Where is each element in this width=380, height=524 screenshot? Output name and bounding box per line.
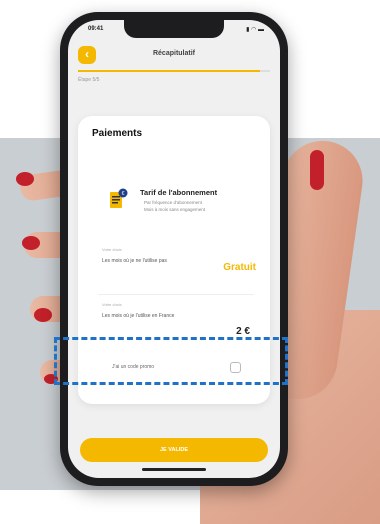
nail-1 <box>16 172 34 186</box>
row2-value: 2 € <box>236 326 250 337</box>
row2-text: Les mois où je l'utilise en France <box>102 313 175 319</box>
tarif-detail-1: Par fréquence d'abonnement <box>144 200 202 205</box>
step-label: Étape 5/5 <box>78 77 100 83</box>
validate-button[interactable]: JE VALIDE <box>80 438 268 462</box>
progress-fill <box>78 70 261 72</box>
nail-3 <box>34 308 52 322</box>
row1-value: Gratuit <box>223 262 256 273</box>
divider <box>98 294 254 295</box>
status-time: 09:41 <box>88 26 104 32</box>
status-icons: ▮ ◠ ▬ <box>246 27 264 33</box>
thumb-nail <box>310 150 324 190</box>
tarif-detail-2: Mois à mois sans engagement <box>144 207 206 212</box>
nail-2 <box>22 236 40 250</box>
row1-text: Les mois où je ne l'utilise pas <box>102 258 167 264</box>
row2-small-label: Votre choix <box>102 302 122 307</box>
highlight-box <box>54 337 288 385</box>
document-coin-icon: € <box>110 188 128 208</box>
progress-bar <box>78 70 270 72</box>
svg-text:€: € <box>122 191 125 197</box>
phone-screen: 09:41 ▮ ◠ ▬ ‹ Récapitulatif Étape 5/5 Pa… <box>68 20 280 478</box>
home-indicator <box>142 468 206 471</box>
tarif-title: Tarif de l'abonnement <box>140 188 218 197</box>
phone-notch <box>124 20 224 38</box>
page-title: Récapitulatif <box>152 50 195 57</box>
row1-small-label: Votre choix <box>102 247 122 252</box>
card-title: Paiements <box>92 128 143 139</box>
phone-frame: 09:41 ▮ ◠ ▬ ‹ Récapitulatif Étape 5/5 Pa… <box>60 12 288 486</box>
